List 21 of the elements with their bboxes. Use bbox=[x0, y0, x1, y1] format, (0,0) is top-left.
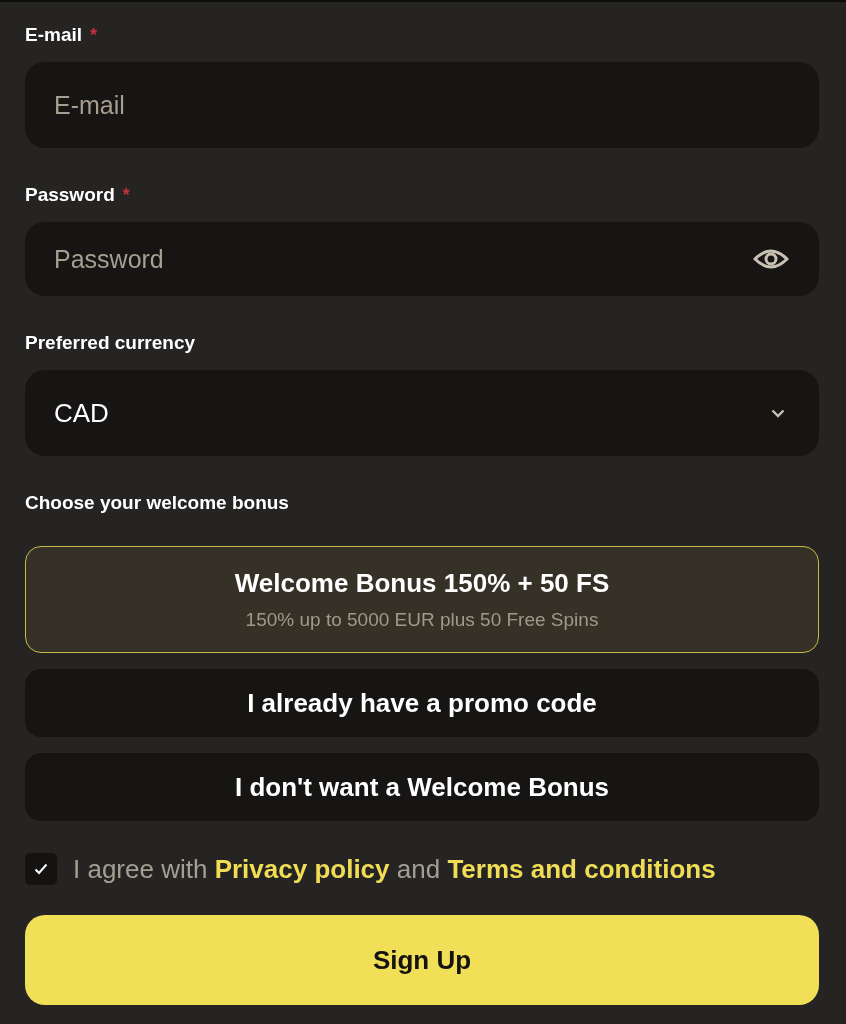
link[interactable]: Privacy policy bbox=[214, 853, 390, 884]
chevron-down-icon bbox=[771, 408, 785, 418]
checkmark-icon bbox=[34, 863, 48, 875]
agree-checkbox[interactable] bbox=[25, 853, 57, 885]
bonus-option[interactable]: Welcome Bonus 150% + 50 FS 150% up to 5000 EUR plus 50 Free Spins bbox=[25, 546, 819, 653]
email-field[interactable]: E-mail bbox=[25, 62, 819, 148]
bonus-option[interactable]: I already have a promo code bbox=[25, 669, 819, 737]
bonus-option[interactable]: I don't want a Welcome Bonus bbox=[25, 753, 819, 821]
agreement-text: I agree with Privacy policy and Terms and conditions bbox=[73, 853, 716, 885]
field-label: E-mail bbox=[25, 24, 83, 46]
sign-up-button[interactable]: Sign Up bbox=[25, 915, 819, 1005]
section-label: Choose your welcome bonus bbox=[25, 492, 289, 514]
bonus-description: 150% up to 5000 EUR plus 50 Free Spins bbox=[245, 609, 599, 631]
field-label: Password bbox=[25, 184, 115, 206]
currency-select[interactable]: CAD bbox=[25, 370, 819, 456]
bonus-title: Welcome Bonus 150% + 50 FS bbox=[234, 568, 610, 599]
field-label: Preferred currency bbox=[25, 332, 196, 354]
required-mark: * bbox=[122, 184, 130, 206]
required-mark: * bbox=[90, 24, 98, 46]
password-field[interactable]: Password bbox=[25, 222, 819, 296]
link[interactable]: Terms and conditions bbox=[447, 853, 716, 884]
